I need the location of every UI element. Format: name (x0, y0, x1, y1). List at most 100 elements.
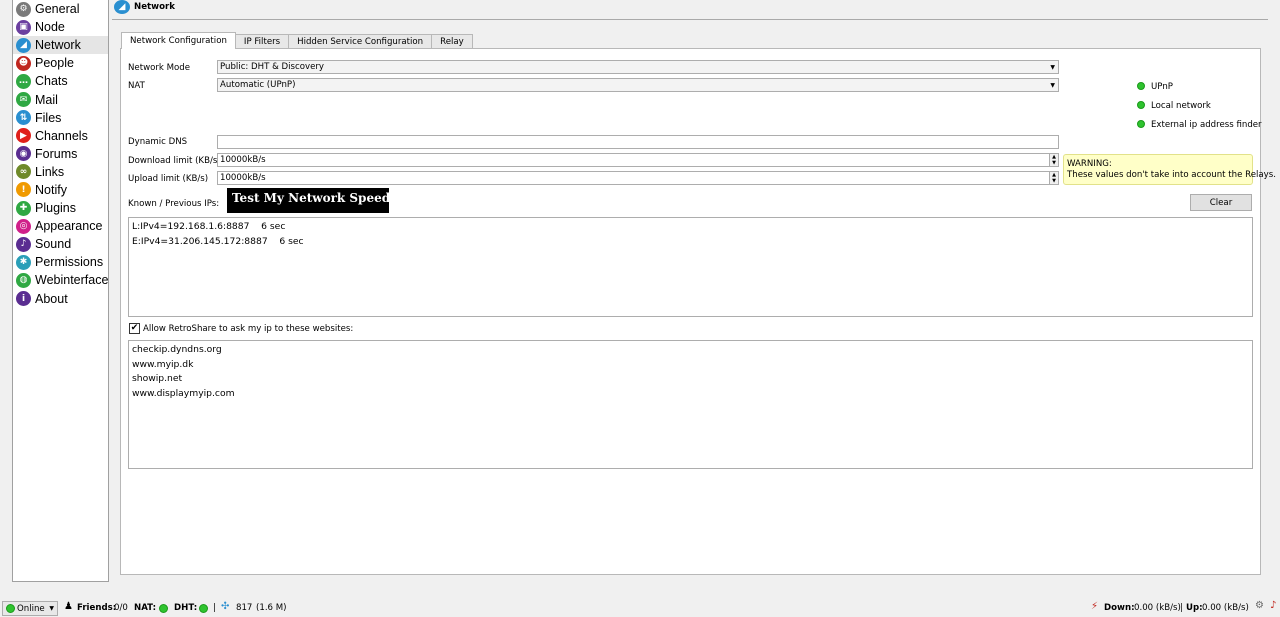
sidebar-item-label: General (35, 2, 80, 17)
friends-value: 0/0 (114, 603, 128, 613)
test-network-speed-button[interactable]: Test My Network Speed (227, 188, 390, 213)
sidebar-item-links[interactable]: ∞ Links (13, 163, 108, 181)
allow-ip-websites-label: Allow RetroShare to ask my ip to these w… (143, 324, 354, 334)
nat-status-icon (159, 604, 168, 613)
status-bar: Online ▼ ♟ Friends: 0/0 NAT: DHT: | ✣ 81… (0, 598, 1280, 617)
sidebar-item-label: Webinterface (35, 273, 109, 288)
permissions-icon: ✱ (16, 254, 31, 270)
sidebar-item-network[interactable]: ◢ Network (13, 36, 108, 55)
channels-icon: ▶ (16, 128, 31, 144)
nat-select[interactable]: Automatic (UPnP) ▼ (217, 78, 1059, 92)
spinner-arrows-icon[interactable]: ▲ ▼ (1049, 172, 1058, 184)
sidebar-item-label: Network (35, 38, 81, 53)
upload-limit-label: Upload limit (KB/s) (128, 174, 209, 184)
sidebar-item-label: Forums (35, 146, 78, 161)
mail-icon: ✉ (16, 92, 31, 108)
tab-relay[interactable]: Relay (431, 34, 473, 49)
list-item[interactable]: www.myip.dk (132, 358, 1249, 373)
known-ips-label: Known / Previous IPs: (128, 199, 220, 209)
peers-icon: ✣ (221, 601, 230, 612)
download-limit-value: 10000kB/s (220, 155, 266, 165)
friends-icon: ♟ (64, 601, 73, 612)
tab-network-configuration[interactable]: Network Configuration (121, 32, 236, 49)
sidebar-item-label: About (35, 291, 68, 306)
chevron-down-icon: ▼ (49, 605, 54, 612)
upnp-status-icon (1137, 82, 1145, 90)
spinner-arrows-icon[interactable]: ▲ ▼ (1049, 154, 1058, 166)
sidebar-item-notify[interactable]: ! Notify (13, 181, 108, 199)
online-status-value: Online (17, 603, 45, 614)
sidebar-item-people[interactable]: ☻ People (13, 54, 108, 72)
page-title: Network (134, 2, 175, 12)
warning-title: WARNING: (1067, 159, 1112, 169)
sidebar-item-label: Node (35, 20, 65, 35)
tab-bar: Network Configuration IP Filters Hidden … (121, 32, 473, 49)
network-icon: ◢ (114, 0, 130, 14)
sidebar-item-about[interactable]: i About (13, 290, 108, 308)
tab-hidden-service-configuration[interactable]: Hidden Service Configuration (288, 34, 433, 49)
sidebar-item-forums[interactable]: ◉ Forums (13, 145, 108, 163)
appearance-icon: ◎ (16, 218, 31, 234)
sidebar-item-mail[interactable]: ✉ Mail (13, 90, 108, 108)
local-network-status-icon (1137, 101, 1145, 109)
upload-limit-spinbox[interactable]: 10000kB/s ▲ ▼ (217, 171, 1059, 185)
sidebar: ⚙ General ▣ Node ◢ Network ☻ People … Chats ✉ Mail ⇅… (12, 0, 109, 582)
sidebar-item-label: Plugins (35, 201, 76, 216)
peers-count: 817 (236, 603, 253, 613)
list-item[interactable]: L:IPv4=192.168.1.6:8887 6 sec (132, 220, 1249, 235)
sound-icon[interactable]: ♪ (1270, 600, 1276, 611)
nat-label: NAT (128, 81, 145, 91)
list-item[interactable]: showip.net (132, 372, 1249, 387)
list-item[interactable]: checkip.dyndns.org (132, 343, 1249, 358)
network-icon: ◢ (16, 37, 31, 53)
sidebar-item-sound[interactable]: ♪ Sound (13, 235, 108, 253)
links-icon: ∞ (16, 164, 31, 180)
sidebar-item-plugins[interactable]: ✚ Plugins (13, 199, 108, 217)
sidebar-item-label: Sound (35, 237, 72, 252)
plugins-icon: ✚ (16, 200, 31, 216)
sidebar-item-chats[interactable]: … Chats (13, 72, 108, 90)
chevron-down-icon: ▼ (1050, 64, 1055, 71)
sidebar-item-permissions[interactable]: ✱ Permissions (13, 253, 108, 271)
chats-icon: … (16, 73, 31, 89)
known-ips-list[interactable]: L:IPv4=192.168.1.6:8887 6 sec E:IPv4=31.… (128, 217, 1253, 317)
sidebar-item-channels[interactable]: ▶ Channels (13, 127, 108, 145)
download-limit-spinbox[interactable]: 10000kB/s ▲ ▼ (217, 153, 1059, 167)
network-mode-label: Network Mode (128, 63, 191, 73)
upload-limit-value: 10000kB/s (220, 173, 266, 183)
clear-button[interactable]: Clear (1190, 194, 1252, 211)
tab-ip-filters[interactable]: IP Filters (234, 34, 290, 49)
gear-icon: ⚙ (16, 1, 31, 17)
sidebar-item-files[interactable]: ⇅ Files (13, 109, 108, 127)
sidebar-item-label: Mail (35, 92, 58, 107)
node-icon: ▣ (16, 19, 31, 35)
network-mode-select[interactable]: Public: DHT & Discovery ▼ (217, 60, 1059, 74)
peers-size: (1.6 M) (256, 603, 287, 613)
sidebar-item-label: Files (35, 110, 62, 125)
online-status-select[interactable]: Online ▼ (2, 601, 58, 616)
dynamic-dns-input[interactable] (217, 135, 1059, 149)
sidebar-item-general[interactable]: ⚙ General (13, 0, 108, 18)
online-status-icon (6, 604, 15, 613)
settings-icon[interactable]: ⚙ (1255, 600, 1264, 611)
sidebar-item-node[interactable]: ▣ Node (13, 18, 108, 36)
header-divider (112, 19, 1268, 20)
allow-ip-websites-checkbox[interactable]: ✔ (129, 323, 140, 334)
dynamic-dns-label: Dynamic DNS (128, 137, 188, 147)
external-ip-status-label: External ip address finder (1151, 120, 1262, 130)
sidebar-item-webinterface[interactable]: ◍ Webinterface (13, 271, 108, 289)
dht-status-label: DHT: (174, 603, 198, 613)
separator: | (1180, 603, 1183, 613)
down-value: 0.00 (kB/s) (1134, 603, 1181, 613)
separator: | (213, 603, 216, 613)
sound-icon: ♪ (16, 236, 31, 252)
list-item[interactable]: www.displaymyip.com (132, 387, 1249, 402)
sidebar-item-appearance[interactable]: ◎ Appearance (13, 217, 108, 235)
ip-websites-list[interactable]: checkip.dyndns.org www.myip.dk showip.ne… (128, 340, 1253, 469)
nat-value: Automatic (UPnP) (220, 80, 296, 90)
list-item[interactable]: E:IPv4=31.206.145.172:8887 6 sec (132, 235, 1249, 250)
sidebar-item-label: People (35, 56, 74, 71)
sidebar-item-label: Appearance (35, 219, 103, 234)
down-label: Down: (1104, 603, 1135, 613)
about-icon: i (16, 291, 31, 307)
